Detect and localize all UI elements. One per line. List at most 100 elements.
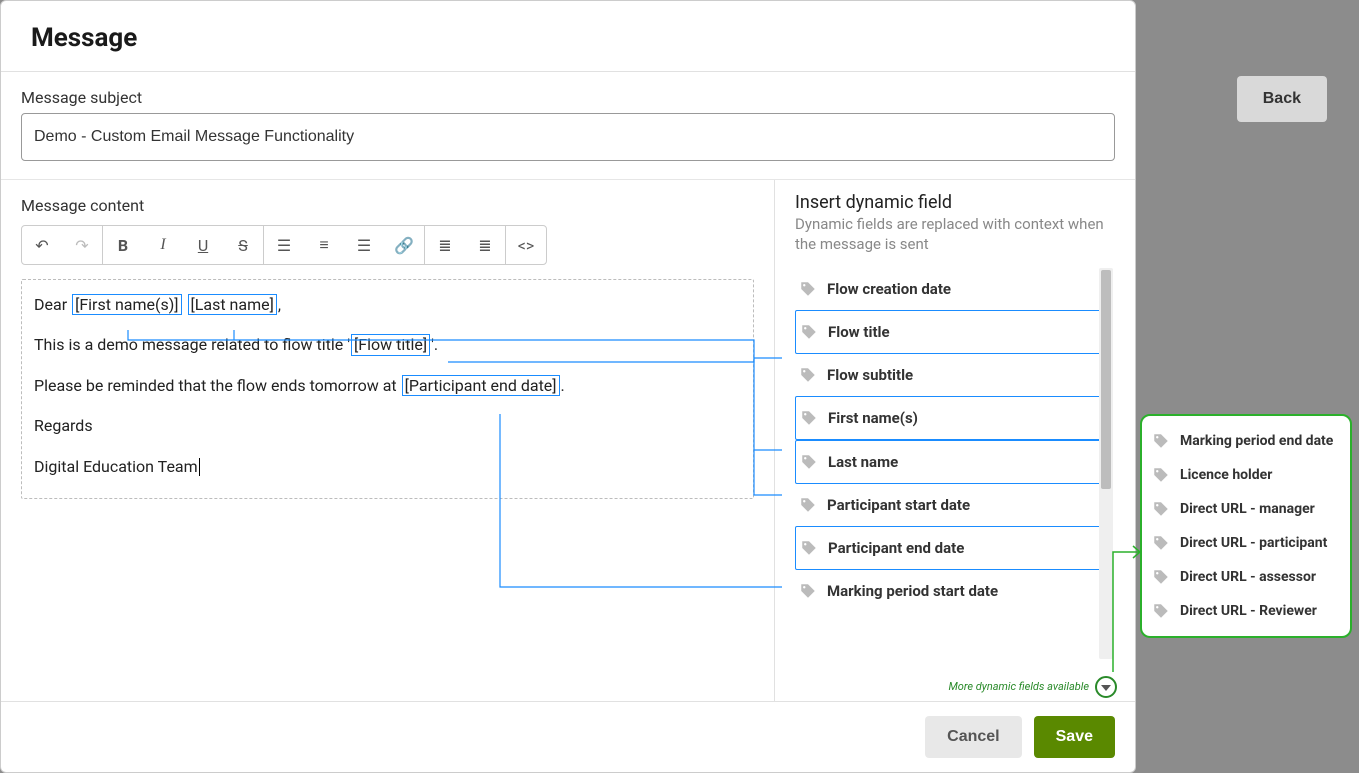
redo-button[interactable]: ↷ xyxy=(62,226,102,264)
strikethrough-icon: S xyxy=(238,236,248,255)
align-right-icon: ☰ xyxy=(357,236,371,255)
field-label: Participant end date xyxy=(828,539,964,557)
underline-button[interactable]: U xyxy=(183,226,223,264)
modal-title: Message xyxy=(31,23,1105,53)
italic-icon: I xyxy=(160,236,165,254)
back-area: Back xyxy=(1237,76,1327,122)
align-right-button[interactable]: ☰ xyxy=(344,226,384,264)
field-item-first-name[interactable]: First name(s) xyxy=(795,396,1101,440)
editor-text: '. xyxy=(431,335,438,354)
align-center-button[interactable]: ≡ xyxy=(304,226,344,264)
field-item-licence-holder[interactable]: Licence holder xyxy=(1148,458,1344,492)
field-item-flow-subtitle[interactable]: Flow subtitle xyxy=(795,354,1101,396)
subject-input[interactable] xyxy=(21,113,1115,161)
modal-body: Message subject Message content ↶ ↷ B I … xyxy=(1,72,1135,701)
tag-icon xyxy=(1152,534,1170,552)
field-item-marking-period-start-date[interactable]: Marking period start date xyxy=(795,570,1101,612)
subject-label: Message subject xyxy=(21,88,1115,107)
field-item-participant-start-date[interactable]: Participant start date xyxy=(795,484,1101,526)
field-item-direct-url-manager[interactable]: Direct URL - manager xyxy=(1148,492,1344,526)
chevron-down-icon xyxy=(1101,685,1111,691)
redo-icon: ↷ xyxy=(75,236,88,255)
field-item-marking-period-end-date[interactable]: Marking period end date xyxy=(1148,424,1344,458)
dynamic-field-list[interactable]: Flow creation date Flow title Flow subti… xyxy=(795,268,1115,689)
field-label: First name(s) xyxy=(828,409,918,427)
bullet-list-button[interactable]: ≣ xyxy=(425,226,465,264)
tag-icon xyxy=(800,453,818,471)
field-item-flow-title[interactable]: Flow title xyxy=(795,310,1101,354)
dynamic-fields-title: Insert dynamic field xyxy=(795,192,1115,213)
field-label: Flow creation date xyxy=(827,280,951,298)
subject-area: Message subject xyxy=(1,72,1135,165)
field-item-participant-end-date[interactable]: Participant end date xyxy=(795,526,1101,570)
code-view-button[interactable]: <> xyxy=(506,226,546,264)
numbered-list-icon: ≣ xyxy=(478,236,491,255)
tag-icon xyxy=(799,280,817,298)
editor-column: Message content ↶ ↷ B I U S ☰ ≡ xyxy=(1,180,775,701)
tag-icon xyxy=(1152,500,1170,518)
editor-text: , xyxy=(278,295,281,314)
field-label: Marking period start date xyxy=(827,582,998,600)
token-last-name[interactable]: [Last name] xyxy=(188,294,277,315)
additional-fields-popout: Marking period end date Licence holder D… xyxy=(1140,414,1352,638)
message-modal: Message Message subject Message content … xyxy=(0,0,1136,773)
field-label: Direct URL - manager xyxy=(1180,501,1315,517)
field-label: Flow title xyxy=(828,323,890,341)
editor-text: . xyxy=(561,376,565,395)
field-item-direct-url-participant[interactable]: Direct URL - participant xyxy=(1148,526,1344,560)
tag-icon xyxy=(1152,602,1170,620)
undo-button[interactable]: ↶ xyxy=(22,226,62,264)
tag-icon xyxy=(799,366,817,384)
editor-text: Digital Education Team xyxy=(34,457,198,476)
tag-icon xyxy=(799,582,817,600)
field-item-last-name[interactable]: Last name xyxy=(795,440,1101,484)
editor-text: Please be reminded that the flow ends to… xyxy=(34,376,401,395)
align-left-button[interactable]: ☰ xyxy=(264,226,304,264)
field-label: Direct URL - participant xyxy=(1180,535,1327,551)
field-label: Participant start date xyxy=(827,496,970,514)
editor-text: Dear xyxy=(34,295,71,314)
modal-header: Message xyxy=(1,1,1135,72)
content-label: Message content xyxy=(21,196,754,215)
dynamic-fields-panel: Insert dynamic field Dynamic fields are … xyxy=(775,180,1135,701)
field-label: Direct URL - Reviewer xyxy=(1180,603,1317,619)
editor-text: This is a demo message related to flow t… xyxy=(34,335,350,354)
undo-icon: ↶ xyxy=(35,236,48,255)
field-item-direct-url-reviewer[interactable]: Direct URL - Reviewer xyxy=(1148,594,1344,628)
more-fields-indicator[interactable] xyxy=(1095,676,1117,698)
save-button[interactable]: Save xyxy=(1034,716,1115,758)
content-row: Message content ↶ ↷ B I U S ☰ ≡ xyxy=(1,179,1135,701)
tag-icon xyxy=(800,323,818,341)
numbered-list-button[interactable]: ≣ xyxy=(465,226,505,264)
cancel-button[interactable]: Cancel xyxy=(925,716,1021,758)
field-label: Last name xyxy=(828,453,898,471)
field-item-flow-creation-date[interactable]: Flow creation date xyxy=(795,268,1101,310)
scrollbar-thumb[interactable] xyxy=(1101,270,1111,489)
tag-icon xyxy=(800,539,818,557)
back-button[interactable]: Back xyxy=(1237,76,1327,122)
code-icon: <> xyxy=(518,236,535,255)
token-first-name[interactable]: [First name(s)] xyxy=(72,294,181,315)
modal-footer: Cancel Save xyxy=(1,701,1135,772)
field-label: Flow subtitle xyxy=(827,366,913,384)
italic-button[interactable]: I xyxy=(143,226,183,264)
bullet-list-icon: ≣ xyxy=(438,236,451,255)
token-participant-end-date[interactable]: [Participant end date] xyxy=(402,375,560,396)
tag-icon xyxy=(800,409,818,427)
editor-textarea[interactable]: Dear [First name(s)] [Last name], This i… xyxy=(21,279,754,499)
align-left-icon: ☰ xyxy=(277,236,291,255)
tag-icon xyxy=(1152,466,1170,484)
link-icon: 🔗 xyxy=(394,236,414,255)
editor-text: Regards xyxy=(34,415,741,437)
bold-icon: B xyxy=(118,236,128,255)
strikethrough-button[interactable]: S xyxy=(223,226,263,264)
link-button[interactable]: 🔗 xyxy=(384,226,424,264)
underline-icon: U xyxy=(198,236,208,255)
bold-button[interactable]: B xyxy=(103,226,143,264)
editor-toolbar: ↶ ↷ B I U S ☰ ≡ ☰ 🔗 xyxy=(21,225,547,265)
more-fields-note: More dynamic fields available xyxy=(948,680,1089,693)
text-cursor xyxy=(199,458,200,476)
token-flow-title[interactable]: [Flow title] xyxy=(351,334,430,355)
field-item-direct-url-assessor[interactable]: Direct URL - assessor xyxy=(1148,560,1344,594)
field-list-scrollbar[interactable] xyxy=(1099,268,1113,659)
